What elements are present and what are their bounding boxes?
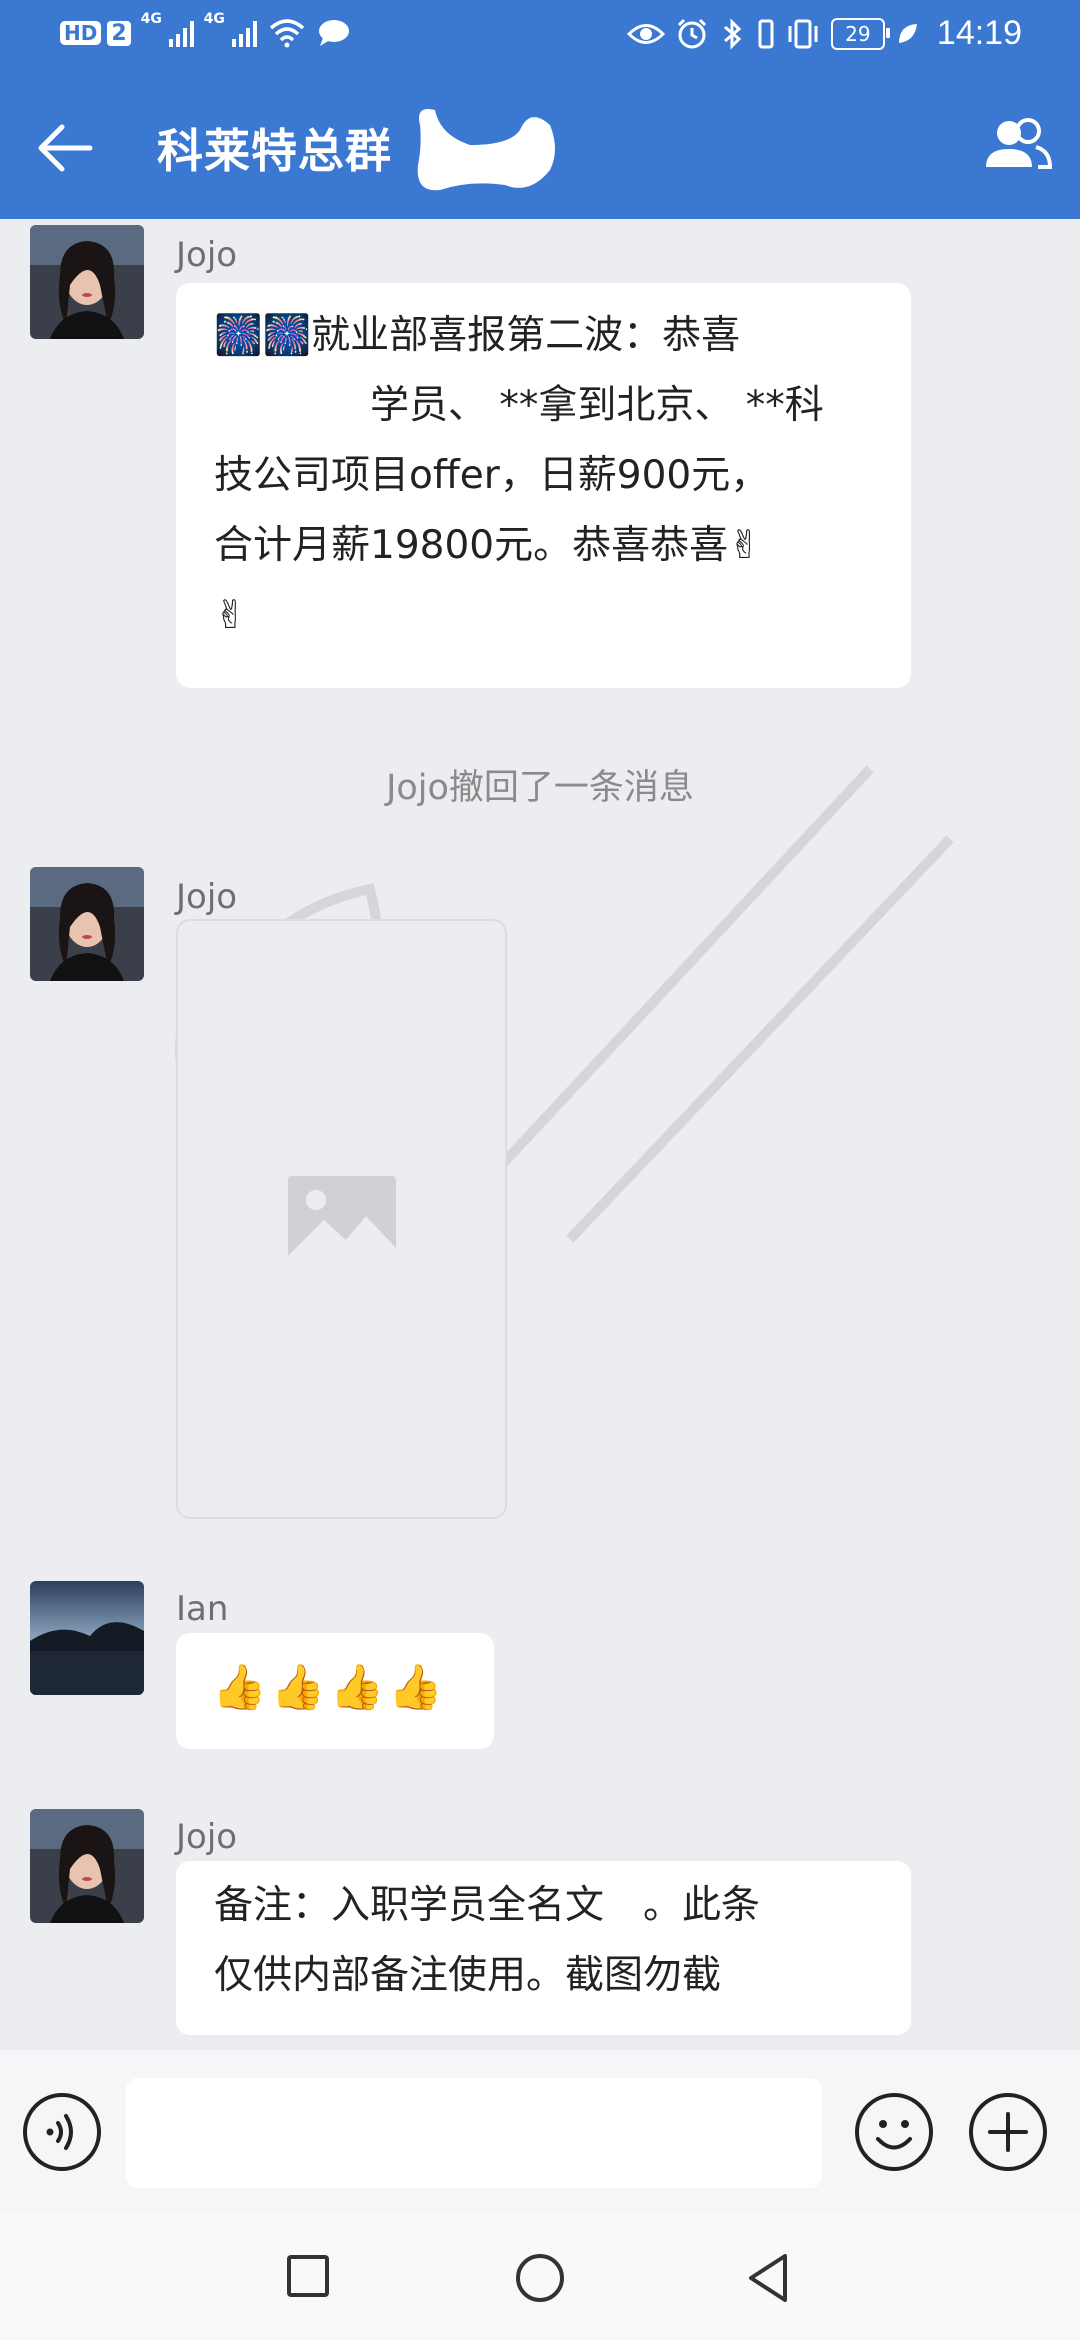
image-message[interactable] bbox=[176, 919, 507, 1519]
status-bar: HD 2 4G 4G 29 14:19 bbox=[0, 0, 1080, 75]
sim-badge: 2 bbox=[107, 20, 131, 46]
avatar-jojo-icon bbox=[30, 225, 144, 339]
chat-area[interactable]: Jojo 🎆🎆就业部喜报第二波：恭喜 学员、 **拿到北京、 **科 技公司项目… bbox=[0, 219, 1080, 2049]
chat-bubble-icon bbox=[318, 20, 349, 46]
voice-icon[interactable] bbox=[22, 2092, 102, 2172]
avatar[interactable] bbox=[30, 867, 144, 981]
bluetooth-icon bbox=[723, 17, 742, 50]
input-bar bbox=[0, 2050, 1080, 2214]
chat-title: 科莱特总群 bbox=[157, 124, 392, 178]
battery-indicator: 29 bbox=[830, 17, 890, 50]
clock: 14:19 bbox=[936, 14, 1022, 52]
system-nav-bar bbox=[0, 2214, 1080, 2340]
circle-icon[interactable] bbox=[515, 2253, 565, 2303]
hd-badge: HD bbox=[60, 21, 102, 45]
smiley-icon[interactable] bbox=[854, 2092, 934, 2172]
avatar-jojo-icon bbox=[30, 867, 144, 981]
image-placeholder-icon bbox=[288, 1176, 396, 1262]
message-bubble[interactable]: 备注：入职学员全名文 。此条 仅供内部备注使用。截图勿截 bbox=[176, 1861, 911, 2035]
triangle-icon[interactable] bbox=[745, 2252, 789, 2304]
redaction-mark bbox=[417, 109, 555, 191]
message-line: 学员、 **拿到北京、 **科 bbox=[214, 383, 824, 428]
status-left: HD 2 4G 4G bbox=[60, 11, 351, 48]
signal-icon-2: 4G bbox=[204, 11, 257, 47]
avatar[interactable] bbox=[30, 1581, 144, 1695]
sender-name: Jojo bbox=[176, 235, 238, 275]
vibrate-icon bbox=[758, 19, 774, 48]
square-icon[interactable] bbox=[287, 2255, 329, 2297]
avatar[interactable] bbox=[30, 225, 144, 339]
group-members-icon[interactable] bbox=[982, 115, 1052, 175]
wifi-icon bbox=[269, 19, 304, 48]
signal-icon: 4G bbox=[141, 11, 194, 47]
avatar[interactable] bbox=[30, 1809, 144, 1923]
status-right: 29 14:19 bbox=[626, 14, 1022, 53]
alarm-icon bbox=[677, 18, 706, 48]
sender-name: Ian bbox=[176, 1589, 229, 1629]
message-input[interactable] bbox=[126, 2078, 822, 2188]
message-line: 技公司项目offer，日薪900元， bbox=[214, 453, 770, 498]
sender-name: Jojo bbox=[176, 877, 238, 917]
sender-name: Jojo bbox=[176, 1817, 238, 1857]
leaf-icon bbox=[898, 23, 917, 43]
vibrate-phone-icon bbox=[788, 19, 818, 48]
avatar-jojo-icon bbox=[30, 1809, 144, 1923]
message-bubble[interactable]: 🎆🎆就业部喜报第二波：恭喜 学员、 **拿到北京、 **科 技公司项目offer… bbox=[176, 283, 911, 688]
message-line: ✌ bbox=[214, 593, 247, 638]
message-line: 备注：入职学员全名文 。此条 bbox=[214, 1883, 761, 1928]
recall-notice: Jojo撤回了一条消息 bbox=[386, 768, 694, 808]
avatar-ian-icon bbox=[30, 1581, 144, 1695]
eye-icon bbox=[626, 23, 665, 44]
message-line: 仅供内部备注使用。截图勿截 bbox=[214, 1953, 722, 1998]
message-bubble[interactable]: 👍👍👍👍 bbox=[176, 1633, 494, 1749]
plus-icon[interactable] bbox=[968, 2092, 1048, 2172]
arrow-left-icon[interactable] bbox=[30, 113, 100, 183]
chat-header: 科莱特总群 bbox=[0, 75, 1080, 219]
message-line: 🎆🎆就业部喜报第二波：恭喜 bbox=[214, 313, 741, 358]
message-line: 合计月薪19800元。恭喜恭喜✌ bbox=[214, 523, 761, 568]
top-bar: HD 2 4G 4G 29 14:19 科莱特总群 bbox=[0, 0, 1080, 219]
